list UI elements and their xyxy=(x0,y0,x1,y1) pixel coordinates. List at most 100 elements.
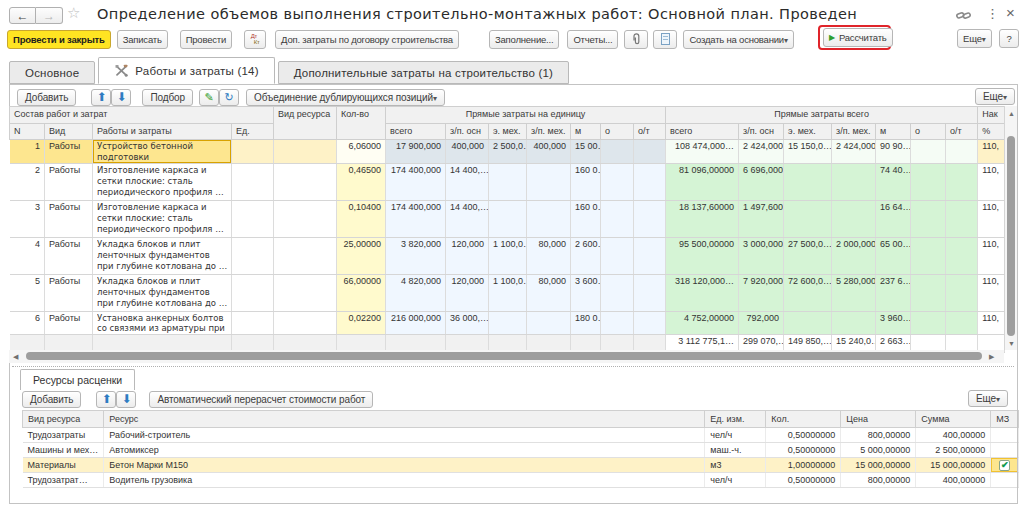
cell-total-cost-0[interactable]: 108 474,000… xyxy=(666,140,739,164)
res-cell-kind[interactable]: Трудозатраты xyxy=(23,428,104,443)
works-pick-button[interactable]: Подбор xyxy=(142,89,193,106)
cell-unit-cost-3[interactable] xyxy=(527,164,571,201)
cell-name[interactable]: Укладка блоков и плит ленточных фундамен… xyxy=(93,275,232,312)
cell-kind[interactable]: Работы xyxy=(45,201,93,238)
res-cell-unit[interactable]: м3 xyxy=(705,458,766,473)
cell-total-cost-5[interactable] xyxy=(911,140,946,164)
cell-total-cost-4[interactable]: 237 6… xyxy=(876,275,911,312)
res-cell-qty[interactable]: 0,50000000 xyxy=(766,473,841,488)
res-cell-price[interactable]: 15 000,00000 xyxy=(841,458,916,473)
res-cell-qty[interactable]: 0,50000000 xyxy=(766,443,841,458)
resources-tab[interactable]: Ресурсы расценки xyxy=(20,369,135,390)
cell-total-cost-1[interactable]: 1 497,600 xyxy=(739,201,784,238)
cell-unit-cost-0[interactable]: 17 900,000 xyxy=(386,140,446,164)
res-cell-resource[interactable]: Рабочий-строитель xyxy=(104,428,705,443)
tab-works[interactable]: Работы и затраты (14) xyxy=(98,57,274,84)
cell-unit[interactable] xyxy=(232,238,274,275)
cell-total-cost-2[interactable]: 15 150,0… xyxy=(784,140,832,164)
cell-unit-cost-0[interactable]: 174 400,000 xyxy=(386,164,446,201)
works-move-down-button[interactable]: ⬇ xyxy=(111,89,131,106)
calculate-button[interactable]: ▶Рассчитать xyxy=(823,28,893,47)
cell-unit-cost-5[interactable] xyxy=(601,164,634,201)
cell-total-cost-1[interactable]: 792,000 xyxy=(739,312,784,335)
cell-overhead-pct[interactable]: 110, xyxy=(978,312,1005,335)
res-cell-resource[interactable]: Автомиксер xyxy=(104,443,705,458)
cell-unit-cost-3[interactable]: 80,000 xyxy=(527,275,571,312)
cell-unit-cost-3[interactable] xyxy=(527,312,571,335)
cell-total-cost-3[interactable] xyxy=(832,201,876,238)
cell-name[interactable]: Изготовление каркаса и сетки плоские: ст… xyxy=(93,164,232,201)
res-cell-sum[interactable]: 400,00000 xyxy=(916,473,991,488)
cell-unit-cost-2[interactable]: 1 100,0… xyxy=(489,275,527,312)
res-cell-kind[interactable]: Машины и мех… xyxy=(23,443,104,458)
fill-button[interactable]: Заполнение... xyxy=(489,30,559,49)
cell-unit[interactable] xyxy=(232,275,274,312)
cell-unit-cost-1[interactable]: 400,000 xyxy=(446,140,489,164)
cell-unit-cost-2[interactable] xyxy=(489,312,527,335)
cell-unit[interactable] xyxy=(232,201,274,238)
cell-unit-cost-1[interactable]: 14 400,… xyxy=(446,164,489,201)
back-button[interactable]: ← xyxy=(9,7,36,24)
cell-total-cost-3[interactable] xyxy=(832,164,876,201)
cell-qty[interactable]: 66,00000 xyxy=(337,275,386,312)
cell-unit-cost-3[interactable]: 80,000 xyxy=(527,238,571,275)
cell-n[interactable]: 6 xyxy=(10,312,45,335)
cell-kind[interactable]: Работы xyxy=(45,275,93,312)
write-button[interactable]: Записать xyxy=(117,30,168,49)
cell-unit-cost-5[interactable] xyxy=(601,201,634,238)
more-button-top[interactable]: Еще xyxy=(957,29,992,48)
res-cell-sum[interactable]: 15 000,00000 xyxy=(916,458,991,473)
cell-total-cost-2[interactable]: 27 500,0… xyxy=(784,238,832,275)
cell-unit-cost-2[interactable]: 2 500,0… xyxy=(489,140,527,164)
create-based-on-button[interactable]: Создать на основании xyxy=(683,30,793,49)
postings-dtkt-icon[interactable]: ДтКт xyxy=(244,30,266,49)
cell-unit-cost-4[interactable]: 2 600… xyxy=(571,238,601,275)
cell-total-cost-1[interactable]: 3 000,000 xyxy=(739,238,784,275)
cell-unit-cost-2[interactable] xyxy=(489,164,527,201)
scroll-right-icon[interactable]: ▶ xyxy=(989,353,994,360)
cell-resource-kind[interactable] xyxy=(274,201,337,238)
cell-total-cost-1[interactable]: 7 920,000 xyxy=(739,275,784,312)
works-vscroll-thumb[interactable] xyxy=(1007,136,1015,336)
cell-unit-cost-4[interactable]: 160 0… xyxy=(571,164,601,201)
res-cell-mz-checkbox[interactable] xyxy=(991,443,1019,458)
cell-overhead-pct[interactable]: 110, xyxy=(978,238,1005,275)
res-cell-mz-checkbox[interactable] xyxy=(991,473,1019,488)
cell-unit-cost-6[interactable] xyxy=(634,164,666,201)
cell-total-cost-4[interactable]: 90 90… xyxy=(876,140,911,164)
cell-total-cost-5[interactable] xyxy=(911,275,946,312)
res-cell-unit[interactable]: маш.-ч. xyxy=(705,443,766,458)
res-cell-price[interactable]: 800,00000 xyxy=(841,473,916,488)
cell-total-cost-6[interactable] xyxy=(946,164,978,201)
cell-resource-kind[interactable] xyxy=(274,312,337,335)
cell-resource-kind[interactable] xyxy=(274,275,337,312)
cell-unit-cost-6[interactable] xyxy=(634,238,666,275)
res-cell-resource[interactable]: Водитель грузовика xyxy=(104,473,705,488)
cell-total-cost-2[interactable] xyxy=(784,201,832,238)
cell-name[interactable]: Установка анкерных болтов со связями из … xyxy=(93,312,232,335)
cell-total-cost-5[interactable] xyxy=(911,238,946,275)
checkbox-checked-icon[interactable]: ✔ xyxy=(999,460,1010,471)
cell-total-cost-4[interactable]: 16 64… xyxy=(876,201,911,238)
cell-unit-cost-0[interactable]: 174 400,000 xyxy=(386,201,446,238)
works-add-button[interactable]: Добавить xyxy=(17,89,76,106)
cell-qty[interactable]: 0,10400 xyxy=(337,201,386,238)
res-cell-mz-checkbox[interactable]: ✔ xyxy=(991,458,1019,473)
cell-overhead-pct[interactable]: 110, xyxy=(978,140,1005,164)
attachment-button[interactable] xyxy=(624,30,648,49)
splitter[interactable] xyxy=(12,366,1014,367)
cell-total-cost-0[interactable]: 4 752,00000 xyxy=(666,312,739,335)
cell-qty[interactable]: 0,02200 xyxy=(337,312,386,335)
cell-unit-cost-5[interactable] xyxy=(601,140,634,164)
cell-total-cost-6[interactable] xyxy=(946,201,978,238)
cell-unit-cost-6[interactable] xyxy=(634,201,666,238)
cell-unit[interactable] xyxy=(232,140,274,164)
works-refresh-button[interactable]: ↻ xyxy=(219,89,239,106)
cell-total-cost-4[interactable]: 74 40… xyxy=(876,164,911,201)
cell-overhead-pct[interactable]: 110, xyxy=(978,275,1005,312)
cell-total-cost-0[interactable]: 95 500,00000 xyxy=(666,238,739,275)
cell-qty[interactable]: 25,00000 xyxy=(337,238,386,275)
resources-recalc-button[interactable]: Автоматический перерасчет стоимости рабо… xyxy=(149,391,373,408)
tab-main[interactable]: Основное xyxy=(9,61,95,84)
cell-unit-cost-0[interactable]: 4 820,000 xyxy=(386,275,446,312)
